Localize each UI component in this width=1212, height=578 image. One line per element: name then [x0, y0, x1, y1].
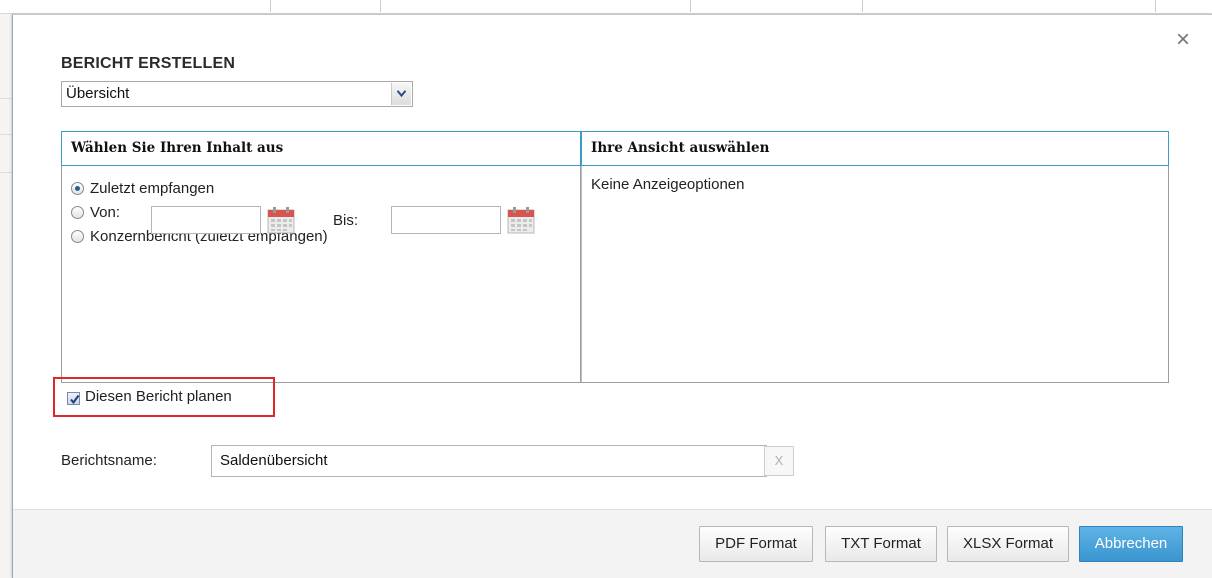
cancel-button[interactable]: Abbrechen — [1079, 526, 1183, 562]
radio-group-report[interactable] — [71, 229, 84, 243]
radio-recently-received[interactable] — [71, 181, 84, 195]
pdf-format-button[interactable]: PDF Format — [699, 526, 813, 562]
date-from-input[interactable] — [151, 206, 261, 234]
calendar-icon[interactable] — [267, 206, 295, 234]
close-icon[interactable]: × — [1171, 28, 1195, 53]
chevron-down-icon[interactable] — [391, 83, 411, 105]
background-table-header — [0, 0, 1212, 14]
option-label: Zuletzt empfangen — [90, 179, 215, 197]
date-to-label: Bis: — [333, 212, 359, 229]
background-column-separator — [1155, 0, 1156, 12]
dialog-title: BERICHT ERSTELLEN — [61, 55, 236, 72]
option-group-report[interactable]: Konzernbericht (zuletzt empfangen) — [71, 224, 580, 248]
date-to-input[interactable] — [391, 206, 501, 234]
schedule-report-highlight: Diesen Bericht planen — [53, 377, 275, 417]
content-panel-header: Wählen Sie Ihren Inhalt aus — [61, 131, 581, 166]
background-column-separator — [380, 0, 381, 12]
background-column-separator — [862, 0, 863, 12]
schedule-report-checkbox[interactable] — [67, 392, 80, 405]
option-recently-received[interactable]: Zuletzt empfangen — [71, 176, 580, 200]
calendar-icon[interactable] — [507, 206, 535, 234]
background-column-separator — [690, 0, 691, 12]
report-type-select[interactable]: Übersicht — [61, 81, 413, 107]
report-name-label: Berichtsname: — [61, 452, 157, 469]
schedule-report-label[interactable]: Diesen Bericht planen — [85, 388, 232, 405]
report-name-input[interactable]: Saldenübersicht — [211, 445, 767, 477]
content-panel: Wählen Sie Ihren Inhalt aus Zuletzt empf… — [61, 131, 581, 383]
no-display-options-text: Keine Anzeigeoptionen — [591, 176, 745, 193]
background-row-line — [0, 172, 12, 173]
clear-report-name-button[interactable]: X — [764, 446, 794, 476]
background-row-line — [0, 134, 12, 135]
content-options: Zuletzt empfangen Von: Konzernbericht (z… — [62, 166, 580, 248]
txt-format-button[interactable]: TXT Format — [825, 526, 937, 562]
background-row-line — [0, 98, 12, 99]
create-report-dialog: × BERICHT ERSTELLEN Übersicht Wählen Sie… — [12, 14, 1212, 578]
view-panel-header: Ihre Ansicht auswählen — [581, 131, 1169, 166]
dialog-footer: PDF Format TXT Format XLSX Format Abbrec… — [13, 509, 1212, 578]
view-panel: Ihre Ansicht auswählen Keine Anzeigeopti… — [581, 131, 1169, 383]
option-label: Von: — [90, 203, 121, 221]
option-date-range[interactable]: Von: — [71, 200, 580, 224]
xlsx-format-button[interactable]: XLSX Format — [947, 526, 1069, 562]
radio-date-range[interactable] — [71, 205, 84, 219]
report-type-selected-value: Übersicht — [66, 85, 130, 102]
view-options: Keine Anzeigeoptionen — [582, 166, 1168, 193]
background-column-separator — [270, 0, 271, 12]
